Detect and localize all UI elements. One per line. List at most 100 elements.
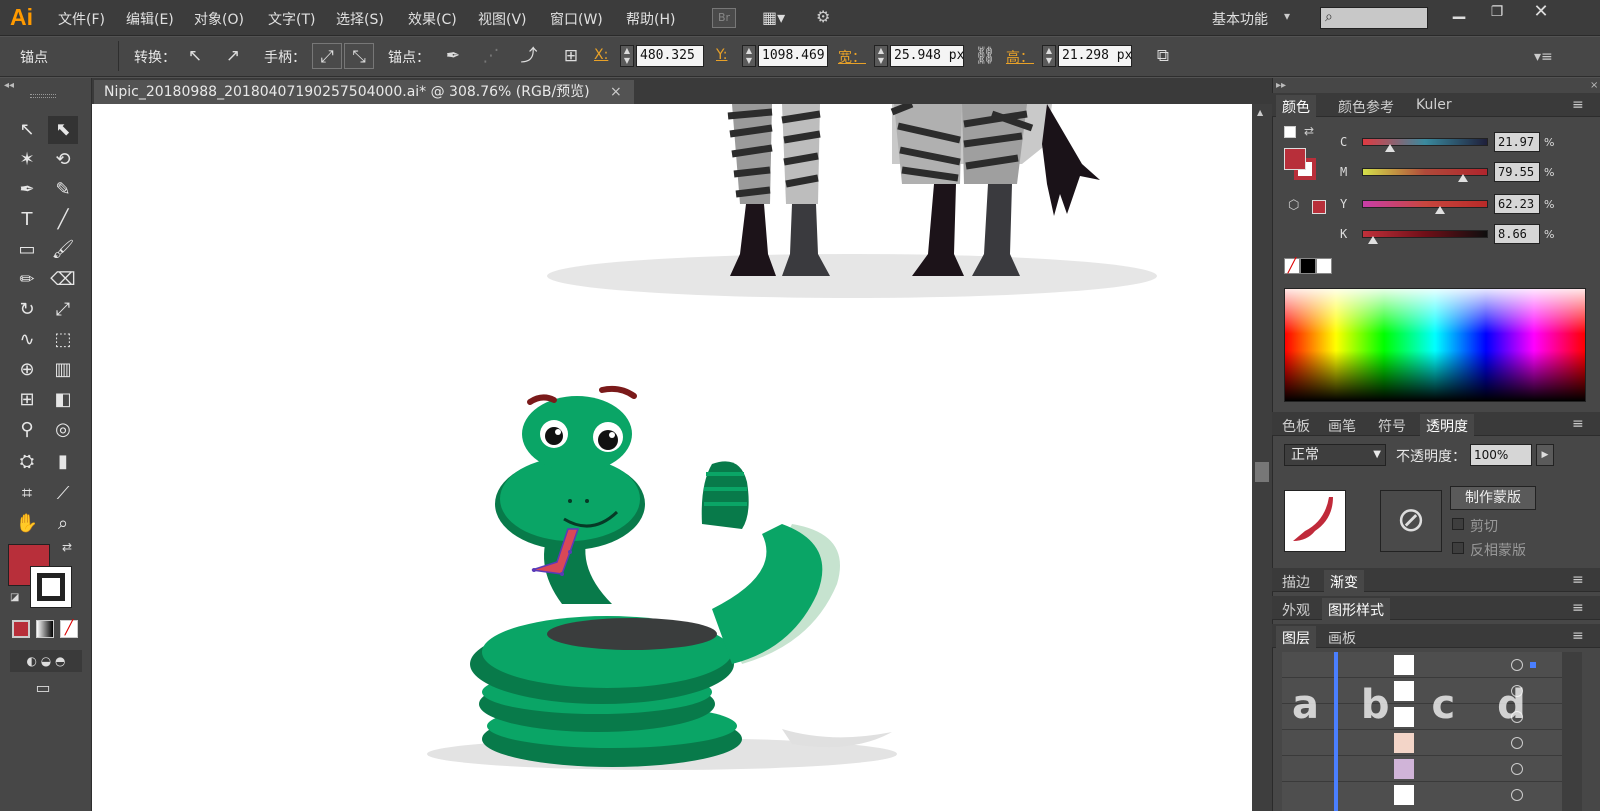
invert-mask-checkbox[interactable] xyxy=(1452,542,1464,554)
layer-row[interactable] xyxy=(1282,782,1562,808)
transparency-menu-icon[interactable]: ≡ xyxy=(1572,416,1584,432)
bridge-button[interactable]: Br xyxy=(712,8,736,28)
artboard-tool-icon[interactable]: ⌗ xyxy=(12,480,42,508)
rectangle-tool-icon[interactable]: ▭ xyxy=(12,236,42,264)
tab-kuler[interactable]: Kuler xyxy=(1410,95,1458,115)
out-of-gamut-icon[interactable]: ⬡ xyxy=(1288,198,1299,213)
type-tool-icon[interactable]: T xyxy=(12,206,42,234)
tab-symbols[interactable]: 符号 xyxy=(1372,414,1412,438)
scale-tool-icon[interactable]: ⤢ xyxy=(48,296,78,324)
y-field[interactable]: 1098.469 xyxy=(758,45,828,67)
artboard-canvas[interactable] xyxy=(92,104,1252,811)
minimize-icon[interactable]: ▁ xyxy=(1440,0,1478,24)
menu-help[interactable]: 帮助(H) xyxy=(626,9,675,29)
color-fill-swatch[interactable] xyxy=(1284,148,1306,170)
color-mode-icon[interactable] xyxy=(12,620,30,638)
layers-scrollbar[interactable] xyxy=(1562,652,1582,811)
channel-slider-c[interactable] xyxy=(1362,138,1488,146)
none-mode-icon[interactable]: ╱ xyxy=(60,620,78,638)
channel-value-m[interactable]: 79.55 xyxy=(1494,162,1540,182)
tab-color-guide[interactable]: 颜色参考 xyxy=(1332,95,1400,119)
blend-mode-select[interactable]: 正常 ▼ xyxy=(1284,444,1386,466)
tab-gradient[interactable]: 渐变 xyxy=(1324,570,1364,594)
hand-tool-icon[interactable]: ✋ xyxy=(12,510,42,538)
tab-swatches[interactable]: 色板 xyxy=(1276,414,1316,438)
layer-row[interactable] xyxy=(1282,652,1562,678)
remove-anchor-icon[interactable]: ✒ xyxy=(438,43,468,69)
layer-target-icon[interactable] xyxy=(1511,737,1523,749)
none-swatch[interactable]: ╱ xyxy=(1284,258,1300,274)
tab-color[interactable]: 颜色 xyxy=(1276,95,1316,119)
x-field[interactable]: 480.325 p xyxy=(636,45,704,67)
close-dock-icon[interactable]: × xyxy=(1590,80,1598,91)
workspace-switcher[interactable]: 基本功能 xyxy=(1212,9,1268,29)
menu-effect[interactable]: 效果(C) xyxy=(408,9,457,29)
y-stepper[interactable]: ▲ ▼ xyxy=(742,45,756,67)
selection-tool-icon[interactable]: ↖ xyxy=(12,116,42,144)
channel-slider-thumb[interactable] xyxy=(1435,206,1446,214)
lasso-tool-icon[interactable]: ⟲ xyxy=(48,146,78,174)
channel-slider-thumb[interactable] xyxy=(1368,236,1379,244)
screen-mode-icon[interactable]: ▭ xyxy=(28,678,58,700)
document-tab[interactable]: Nipic_20180988_20180407190257504000.ai* … xyxy=(94,80,634,104)
eraser-tool-icon[interactable]: ⌫ xyxy=(48,266,78,294)
tab-layers[interactable]: 图层 xyxy=(1276,626,1316,650)
stroke-menu-icon[interactable]: ≡ xyxy=(1572,572,1584,588)
slice-tool-icon[interactable]: ⟋ xyxy=(48,480,78,508)
close-tab-icon[interactable]: × xyxy=(610,80,622,104)
magic-wand-tool-icon[interactable]: ✶ xyxy=(12,146,42,174)
default-colors-icon[interactable]: ◪ xyxy=(10,592,19,603)
search-input[interactable]: ⌕ xyxy=(1320,7,1428,29)
channel-slider-y[interactable] xyxy=(1362,200,1488,208)
channel-value-k[interactable]: 8.66 xyxy=(1494,224,1540,244)
gradient-mode-icon[interactable] xyxy=(36,620,54,638)
tab-graphic-styles[interactable]: 图形样式 xyxy=(1322,598,1390,622)
width-stepper[interactable]: ▲ ▼ xyxy=(874,45,888,67)
constrain-proportions-icon[interactable]: ⛓ xyxy=(970,43,1000,69)
vertical-scrollbar[interactable]: ▲ xyxy=(1252,104,1272,811)
gamut-swatch[interactable] xyxy=(1312,200,1326,214)
collapse-dock-icon[interactable]: ▸▸ xyxy=(1276,80,1286,91)
layers-menu-icon[interactable]: ≡ xyxy=(1572,628,1584,644)
line-tool-icon[interactable]: ╱ xyxy=(48,206,78,234)
menu-edit[interactable]: 编辑(E) xyxy=(126,9,174,29)
workspace-dropdown-icon[interactable]: ▾ xyxy=(1284,9,1290,23)
close-window-icon[interactable]: ✕ xyxy=(1516,0,1566,24)
layer-target-icon[interactable] xyxy=(1511,789,1523,801)
menu-file[interactable]: 文件(F) xyxy=(58,9,105,29)
gradient-tool-icon[interactable]: ◧ xyxy=(48,386,78,414)
stroke-swatch[interactable] xyxy=(30,566,72,608)
menu-select[interactable]: 选择(S) xyxy=(336,9,384,29)
collapse-toolbox-icon[interactable]: ◂◂ xyxy=(4,80,14,91)
menu-type[interactable]: 文字(T) xyxy=(268,9,315,29)
connect-anchor-icon[interactable]: ⋰ xyxy=(476,43,506,69)
hide-handles-icon[interactable]: ⤡ xyxy=(344,43,374,69)
layer-row[interactable] xyxy=(1282,756,1562,782)
make-mask-button[interactable]: 制作蒙版 xyxy=(1450,486,1536,510)
direct-selection-tool-icon[interactable]: ⬉ xyxy=(48,116,78,144)
convert-corner-icon[interactable]: ↖ xyxy=(180,43,210,69)
draw-mode-icons[interactable]: ◐ ◒ ◓ xyxy=(10,650,82,672)
layer-row[interactable] xyxy=(1282,730,1562,756)
curvature-tool-icon[interactable]: ✎ xyxy=(48,176,78,204)
tab-brushes[interactable]: 画笔 xyxy=(1322,414,1362,438)
column-graph-tool-icon[interactable]: ▮ xyxy=(48,448,78,476)
height-stepper[interactable]: ▲ ▼ xyxy=(1042,45,1056,67)
tab-appearance[interactable]: 外观 xyxy=(1276,598,1316,622)
channel-value-c[interactable]: 21.97 xyxy=(1494,132,1540,152)
default-fill-stroke-icon[interactable] xyxy=(1284,126,1296,138)
layer-target-icon[interactable] xyxy=(1511,659,1523,671)
control-menu-icon[interactable]: ▾≡ xyxy=(1534,49,1553,65)
scroll-thumb[interactable] xyxy=(1255,462,1269,482)
tab-transparency[interactable]: 透明度 xyxy=(1420,414,1474,438)
perspective-grid-tool-icon[interactable]: ▥ xyxy=(48,356,78,384)
mesh-tool-icon[interactable]: ⊞ xyxy=(12,386,42,414)
pencil-tool-icon[interactable]: ✏ xyxy=(12,266,42,294)
zoom-tool-icon[interactable]: ⌕ xyxy=(48,510,78,538)
paintbrush-tool-icon[interactable]: 🖌 xyxy=(48,236,78,264)
menu-view[interactable]: 视图(V) xyxy=(478,9,527,29)
shape-builder-tool-icon[interactable]: ⊕ xyxy=(12,356,42,384)
scroll-up-icon[interactable]: ▲ xyxy=(1257,108,1263,117)
color-spectrum[interactable] xyxy=(1284,288,1586,402)
appearance-menu-icon[interactable]: ≡ xyxy=(1572,600,1584,616)
